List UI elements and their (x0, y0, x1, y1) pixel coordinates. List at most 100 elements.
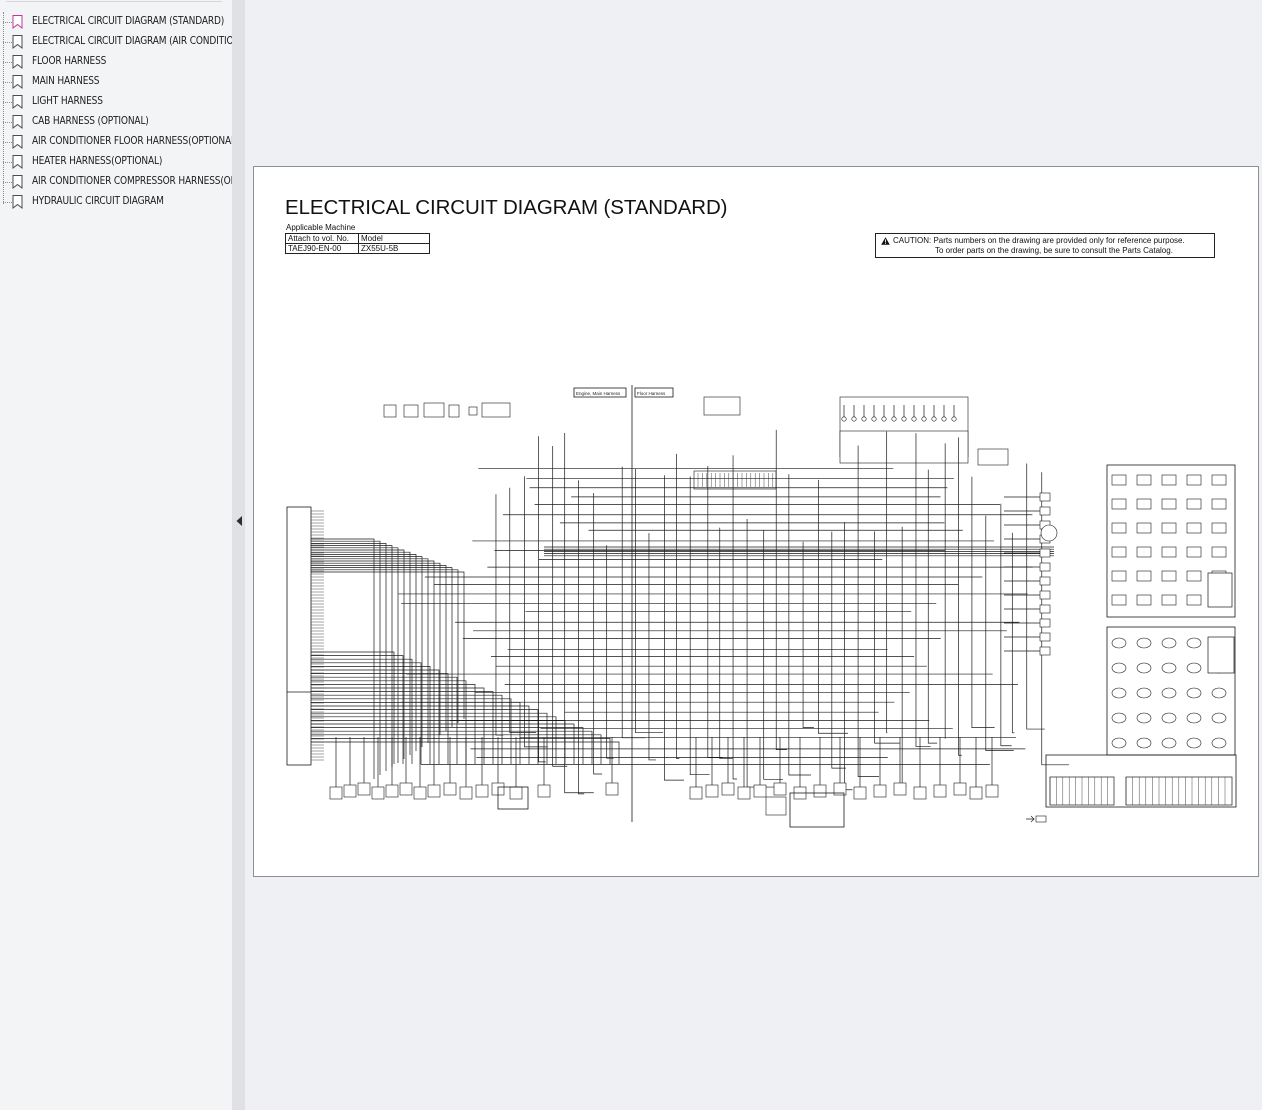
chevron-left-icon[interactable] (235, 515, 243, 527)
bookmark-item-ac-compressor-harness[interactable]: AIR CONDITIONER COMPRESSOR HARNESS(OPTIC (0, 172, 232, 192)
connector-symbol (1039, 492, 1051, 502)
bookmark-item-light-harness[interactable]: LIGHT HARNESS (0, 92, 232, 112)
connector-face-view (1161, 637, 1177, 649)
connector-face-view (1211, 474, 1227, 486)
component-box (703, 396, 741, 416)
connector-face-view (1136, 637, 1152, 649)
bookmark-label: LIGHT HARNESS (32, 95, 103, 107)
wire (844, 522, 853, 791)
connector-face-view (1161, 474, 1177, 486)
connector-face-view (1161, 522, 1177, 534)
wire (958, 437, 962, 756)
wire (311, 727, 584, 764)
load-component (773, 782, 787, 796)
load-component (913, 786, 927, 800)
load-component (605, 782, 619, 796)
connector-face-view (1111, 570, 1127, 582)
connector-face-view (1161, 737, 1177, 749)
bookmark-icon (12, 75, 23, 89)
wire (664, 475, 684, 781)
connector-symbol (1039, 590, 1051, 600)
page-title: ELECTRICAL CIRCUIT DIAGRAM (STANDARD) (285, 196, 728, 219)
table-cell: ZX55U-5B (358, 243, 430, 254)
wire (311, 741, 620, 764)
table-header: Attach to vol. No. (285, 233, 359, 244)
circuit-diagram: Engine, Main Harness Floor Harness (286, 385, 1237, 828)
connector-face-view (1161, 546, 1177, 558)
wire (311, 723, 575, 764)
bookmark-label: AIR CONDITIONER COMPRESSOR HARNESS(OPTIC (32, 175, 232, 187)
bookmark-icon (12, 135, 23, 149)
load-component (399, 782, 413, 796)
bookmark-item-hydraulic-circuit[interactable]: HYDRAULIC CIRCUIT DIAGRAM (0, 192, 232, 212)
main-connector-block (286, 506, 312, 766)
wire (1041, 472, 1069, 766)
connector-face-view (1111, 687, 1127, 699)
wire (311, 658, 413, 764)
bookmark-label: MAIN HARNESS (32, 75, 100, 87)
load-component (893, 782, 907, 796)
wire (564, 433, 594, 794)
connector-symbol (1039, 506, 1051, 516)
wire (927, 469, 938, 744)
caution-line-2: To order parts on the drawing, be sure t… (935, 246, 1173, 255)
component-box (481, 402, 511, 418)
wire (311, 702, 521, 764)
wire (311, 673, 449, 764)
wire (788, 474, 811, 776)
bookmark-item-cab-harness[interactable]: CAB HARNESS (OPTIONAL) (0, 112, 232, 132)
component-box (448, 404, 460, 418)
bookmark-icon (12, 35, 23, 49)
bookmark-icon (12, 15, 23, 29)
fuse-symbol (891, 416, 897, 422)
bookmark-icon (12, 175, 23, 189)
load-component (509, 786, 523, 800)
fuse-symbol (911, 416, 917, 422)
wire (593, 493, 603, 775)
fuse-symbol (901, 416, 907, 422)
connector-face-view (1136, 737, 1152, 749)
connector-face-view (1211, 737, 1227, 749)
connector-face-view (1111, 522, 1127, 534)
connector-face-view (1111, 712, 1127, 724)
connector-face-view (1211, 712, 1227, 724)
connector-symbol (1039, 646, 1051, 656)
fuse-symbol (861, 416, 867, 422)
bookmark-item-floor-harness[interactable]: FLOOR HARNESS (0, 52, 232, 72)
connector-face-view (1136, 570, 1152, 582)
connector-face-view (1186, 498, 1202, 510)
applicable-machine-table: Attach to vol. No. Model TAEJ90-EN-00 ZX… (285, 233, 430, 254)
bookmark-icon (12, 155, 23, 169)
component-box (468, 406, 478, 416)
panel-splitter[interactable] (232, 0, 245, 1110)
bookmark-item-ac-floor-harness[interactable]: AIR CONDITIONER FLOOR HARNESS(OPTIONAL) (0, 132, 232, 152)
load-component (969, 786, 983, 800)
connector-face-view (1211, 498, 1227, 510)
connector-face-view (1186, 594, 1202, 606)
bookmark-item-electrical-ac[interactable]: ELECTRICAL CIRCUIT DIAGRAM (AIR CONDITIO… (0, 32, 232, 52)
connector-symbol (1039, 618, 1051, 628)
wire (971, 476, 995, 728)
connector-face-view (1161, 712, 1177, 724)
bookmark-item-heater-harness[interactable]: HEATER HARNESS(OPTIONAL) (0, 152, 232, 172)
wire (1000, 503, 1012, 747)
wire (311, 734, 602, 764)
load-component (343, 784, 357, 798)
bookmark-icon (12, 195, 23, 209)
document-viewer[interactable]: Engine, Main Harness Floor Harness ELECTR… (245, 0, 1262, 1110)
buzzer-symbol (1040, 524, 1058, 542)
connector-face-view (1136, 662, 1152, 674)
bookmark-label: ELECTRICAL CIRCUIT DIAGRAM (AIR CONDITIO… (32, 35, 232, 47)
bookmark-label: CAB HARNESS (OPTIONAL) (32, 115, 149, 127)
bookmark-label: HYDRAULIC CIRCUIT DIAGRAM (32, 195, 164, 207)
wire (1011, 532, 1015, 734)
load-component (721, 782, 735, 796)
connector-face-view (1111, 737, 1127, 749)
bookmark-item-electrical-standard[interactable]: ELECTRICAL CIRCUIT DIAGRAM (STANDARD) (0, 12, 232, 32)
bookmarks-panel: ELECTRICAL CIRCUIT DIAGRAM (STANDARD) EL… (0, 0, 232, 1110)
bookmark-item-main-harness[interactable]: MAIN HARNESS (0, 72, 232, 92)
bookmark-label: FLOOR HARNESS (32, 55, 107, 67)
load-component (689, 786, 703, 800)
fuse-symbol (931, 416, 937, 422)
load-component (385, 784, 399, 798)
